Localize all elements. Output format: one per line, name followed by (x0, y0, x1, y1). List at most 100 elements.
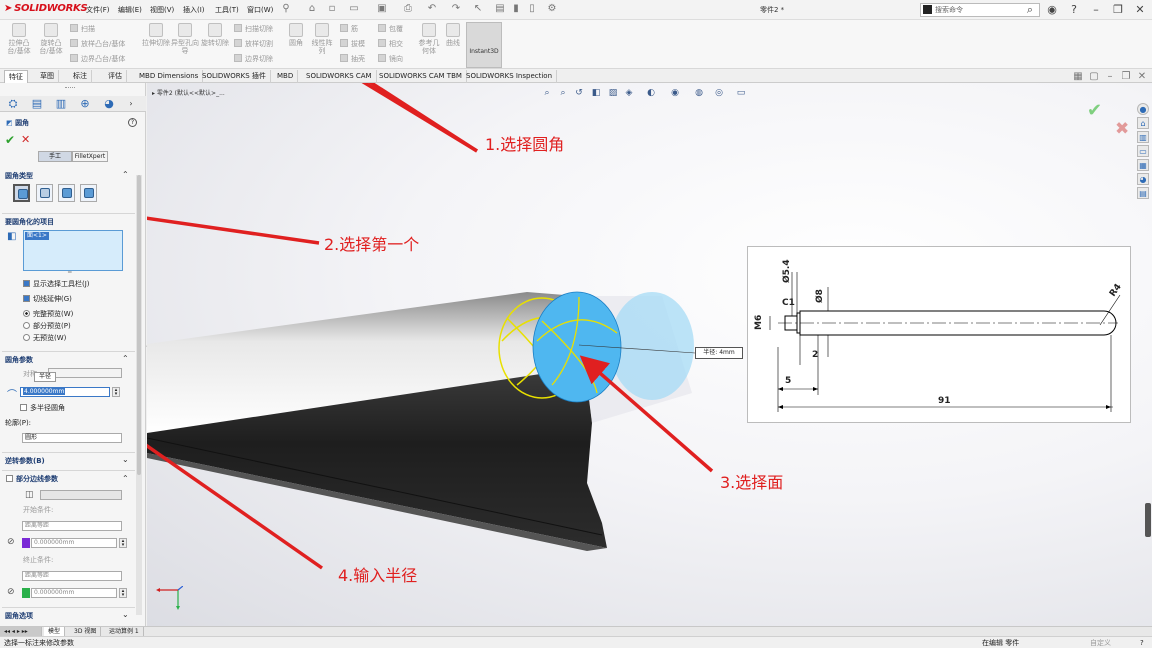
partial-edge-section[interactable]: 部分边线参数 (6, 475, 58, 484)
end-condition-dropdown[interactable]: 距离等距 (22, 571, 122, 581)
setback-parameters-section[interactable]: 逆转参数(B) (5, 456, 45, 466)
tab-sketch[interactable]: 草图 (36, 70, 59, 83)
fillet-button[interactable]: 圆角 (284, 23, 308, 47)
collapse-partial-icon[interactable]: ⌃ (122, 474, 129, 483)
display-manager-tab-icon[interactable]: ◕ (102, 97, 116, 111)
collapse-type-icon[interactable]: ⌃ (122, 170, 129, 179)
fillet-options-section[interactable]: 圆角选项 (5, 611, 33, 621)
lofted-cut-button[interactable]: 放样切割 (234, 39, 273, 49)
items-selection-box[interactable]: 面<1> (23, 230, 123, 271)
expand-options-icon[interactable]: ⌄ (122, 610, 129, 619)
constant-size-fillet-option[interactable] (13, 184, 30, 202)
intersect-button[interactable]: 相交 (378, 39, 403, 49)
doc-close-icon[interactable]: ✕ (1136, 71, 1148, 83)
tab-solidworks-cam-tbm[interactable]: SOLIDWORKS CAM TBM (375, 70, 467, 83)
pin-icon[interactable]: ⚲ (280, 3, 292, 15)
window-icon[interactable]: ▢ (1088, 71, 1100, 83)
extruded-boss-button[interactable]: 拉伸凸台/基体 (4, 23, 34, 55)
shell-button[interactable]: 抽壳 (340, 54, 365, 64)
tab-solidworks-addins[interactable]: SOLIDWORKS 插件 (198, 70, 271, 83)
pm-scroll-thumb[interactable] (137, 175, 141, 475)
search-icon[interactable]: ⌕ (1022, 2, 1038, 18)
select-arrow-icon[interactable]: ↖ (472, 3, 484, 15)
panel-grip[interactable] (65, 87, 75, 90)
tile-icon[interactable]: ▦ (1072, 71, 1084, 83)
home-icon[interactable]: ⌂ (306, 3, 318, 15)
rebuild-icon[interactable]: ▤ (494, 3, 506, 15)
manual-mode-button[interactable]: 手工 (38, 151, 72, 162)
expand-setback-icon[interactable]: ⌄ (122, 455, 129, 464)
new-file-icon[interactable]: ▫ (326, 3, 338, 15)
pm-help-icon[interactable]: ? (128, 118, 137, 127)
tab-mbd[interactable]: MBD (273, 70, 299, 83)
filletxpert-mode-button[interactable]: FilletXpert (72, 151, 108, 162)
collapse-params-icon[interactable]: ⌃ (122, 354, 129, 363)
doc-restore-icon[interactable]: ❐ (1120, 71, 1132, 83)
selected-face-item[interactable]: 面<1> (25, 232, 49, 240)
tab-solidworks-inspection[interactable]: SOLIDWORKS Inspection (462, 70, 558, 83)
doc-minimize-icon[interactable]: – (1104, 71, 1116, 83)
restore-icon[interactable]: ❐ (1110, 2, 1126, 18)
boundary-cut-button[interactable]: 边界切除 (234, 54, 273, 64)
full-preview-radio[interactable]: 完整预览(W) (23, 310, 73, 319)
tab-mbd-dimensions[interactable]: MBD Dimensions (135, 70, 204, 83)
menu-window[interactable]: 窗口(W) (247, 5, 273, 15)
menu-file[interactable]: 文件(F) (86, 5, 110, 15)
redo-icon[interactable]: ↷ (450, 3, 462, 15)
radius-spinner[interactable]: ▴ ▾ (112, 387, 120, 397)
variable-size-fillet-option[interactable] (36, 184, 53, 202)
linear-pattern-button[interactable]: 线性阵列 (309, 23, 335, 55)
status-units[interactable]: 自定义 (1090, 638, 1111, 648)
traffic-light-icon[interactable]: ▮ (510, 3, 522, 15)
instant3d-button[interactable]: Instant3D (466, 22, 502, 68)
dimxpert-tab-icon[interactable]: ⊕ (78, 97, 92, 111)
partial-edge-selection[interactable] (40, 490, 122, 500)
loft-boss-button[interactable]: 放样凸台/基体 (70, 39, 125, 49)
symmetric-dropdown[interactable] (48, 368, 122, 378)
partial-preview-radio[interactable]: 部分预览(P) (23, 322, 71, 331)
account-icon[interactable]: ◉ (1044, 2, 1060, 18)
close-icon[interactable]: ✕ (1132, 2, 1148, 18)
rib-button[interactable]: 筋 (340, 24, 358, 34)
draft-button[interactable]: 拔模 (340, 39, 365, 49)
menu-insert[interactable]: 插入(I) (183, 5, 205, 15)
menu-tools[interactable]: 工具(T) (215, 5, 239, 15)
face-fillet-option[interactable] (58, 184, 75, 202)
status-help-icon[interactable]: ? (1140, 638, 1144, 648)
no-preview-radio[interactable]: 无预览(W) (23, 334, 66, 343)
start-offset-spinner[interactable]: ▴ ▾ (119, 538, 127, 548)
help-icon[interactable]: ? (1066, 2, 1082, 18)
revolved-boss-button[interactable]: 旋转凸台/基体 (36, 23, 66, 55)
minimize-icon[interactable]: – (1088, 2, 1104, 18)
curves-button[interactable]: 曲线 (443, 23, 463, 47)
tab-features[interactable]: 特征 (4, 70, 28, 83)
radius-callout[interactable]: 半径: 4mm (695, 347, 743, 359)
menu-edit[interactable]: 编辑(E) (118, 5, 142, 15)
multiple-radius-checkbox[interactable]: 多半径圆角 (20, 404, 65, 413)
ok-button[interactable]: ✔ (5, 133, 15, 147)
undo-icon[interactable]: ↶ (426, 3, 438, 15)
radius-input[interactable]: 4.000000mm (20, 387, 110, 397)
tab-evaluate[interactable]: 评估 (104, 70, 127, 83)
file-properties-icon[interactable]: ▯ (526, 3, 538, 15)
tab-markup[interactable]: 标注 (69, 70, 92, 83)
tab-solidworks-cam[interactable]: SOLIDWORKS CAM (302, 70, 377, 83)
items-to-fillet-section[interactable]: 要圆角化的项目 (5, 217, 54, 227)
menu-view[interactable]: 视图(V) (150, 5, 174, 15)
swept-cut-button[interactable]: 扫描切除 (234, 24, 273, 34)
save-icon[interactable]: ▣ (376, 3, 388, 15)
sweep-button[interactable]: 扫描 (70, 24, 95, 34)
extruded-cut-button[interactable]: 拉伸切除 (142, 23, 170, 47)
cancel-button[interactable]: ✕ (21, 133, 30, 146)
pm-scrollbar[interactable] (136, 175, 142, 615)
show-selection-toolbar-checkbox[interactable]: 显示选择工具栏(J) (23, 280, 90, 289)
graphics-area[interactable]: ▸ 零件2 (默认<<默认>_... ⌕ ⌕ ↺ ◧ ▨ ◈ ◐ ◉ ◍ ◎ ▭… (147, 83, 1152, 626)
fillet-type-section[interactable]: 圆角类型 (5, 171, 33, 181)
options-gear-icon[interactable]: ⚙ (546, 3, 558, 15)
end-offset-input[interactable]: 0.000000mm (31, 588, 117, 598)
mirror-button[interactable]: 镜向 (378, 54, 403, 64)
expand-tabs-icon[interactable]: › (124, 97, 138, 111)
profile-dropdown[interactable]: 圆形 (22, 433, 122, 443)
start-offset-input[interactable]: 0.000000mm (31, 538, 117, 548)
print-icon[interactable]: ⎙ (402, 3, 414, 15)
